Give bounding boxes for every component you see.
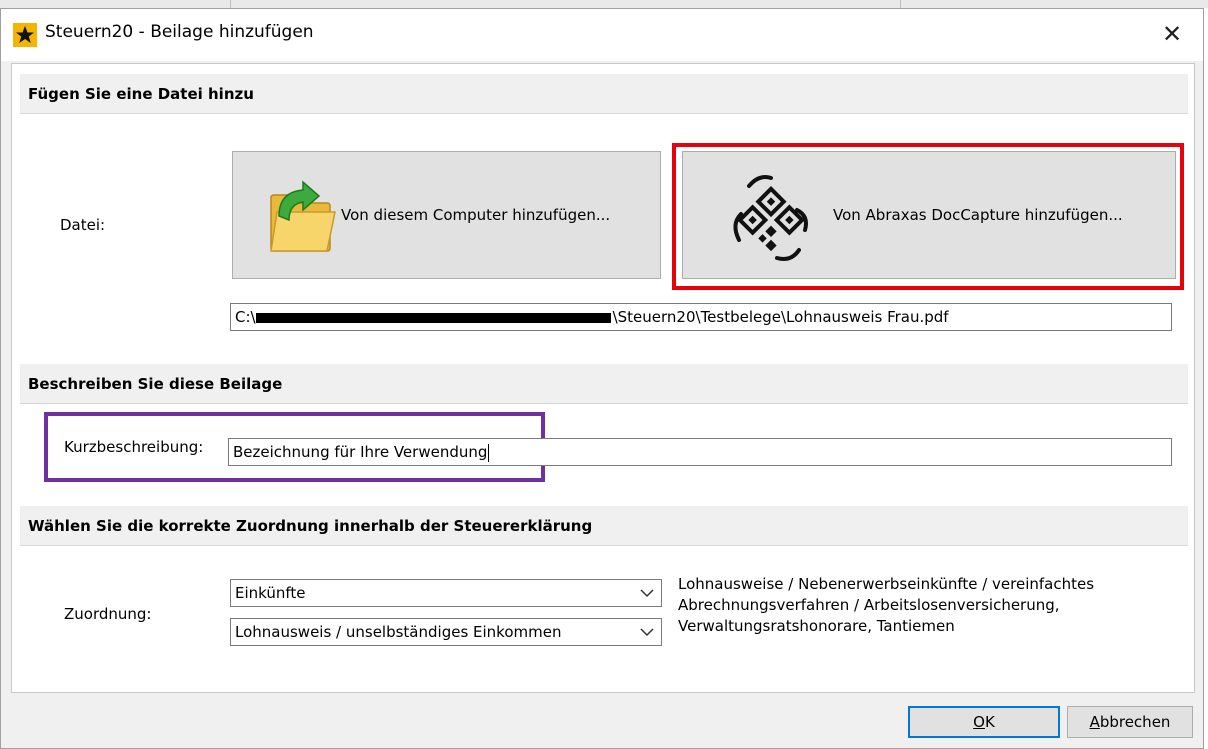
category-select-value: Einkünfte	[235, 584, 306, 602]
subcategory-select[interactable]: Lohnausweis / unselbständiges Einkommen	[230, 618, 662, 646]
chevron-down-icon	[640, 589, 654, 598]
text-caret	[488, 443, 490, 462]
redaction-bar	[255, 312, 611, 323]
app-star-icon	[13, 23, 37, 47]
section-header-assignment: Wählen Sie die korrekte Zuordnung innerh…	[20, 506, 1188, 546]
background-line	[900, 0, 901, 8]
content-panel: Fügen Sie eine Datei hinzu Datei: Von di…	[11, 63, 1195, 693]
close-button[interactable]: ✕	[1155, 17, 1189, 51]
subcategory-select-value: Lohnausweis / unselbständiges Einkommen	[235, 623, 562, 641]
chevron-down-icon	[640, 628, 654, 637]
add-from-doccapture-button[interactable]: Von Abraxas DocCapture hinzufügen...	[682, 151, 1176, 279]
cancel-button[interactable]: Abbrechen	[1067, 706, 1193, 738]
cancel-accelerator: A	[1089, 713, 1100, 731]
file-path-prefix: C:\	[235, 308, 256, 326]
assignment-description-line: Verwaltungsratshonorare, Tantiemen	[678, 617, 955, 635]
ok-label-rest: K	[984, 713, 995, 731]
section-header-describe: Beschreiben Sie diese Beilage	[20, 364, 1188, 404]
short-description-input[interactable]: Bezeichnung für Ihre Verwendung	[228, 438, 1172, 466]
ok-accelerator: O	[973, 713, 985, 731]
section-header-add-file: Fügen Sie eine Datei hinzu	[20, 74, 1188, 114]
file-path-field[interactable]: C:\ \Steuern20\Testbelege\Lohnausweis Fra…	[230, 303, 1172, 331]
background-line	[230, 0, 231, 8]
file-label: Datei:	[60, 216, 106, 234]
close-icon: ✕	[1161, 20, 1183, 48]
add-attachment-dialog: Steuern20 - Beilage hinzufügen ✕ Fügen S…	[0, 8, 1204, 749]
cancel-label-rest: bbrechen	[1099, 713, 1171, 731]
category-select[interactable]: Einkünfte	[230, 579, 662, 607]
qr-scan-icon	[733, 175, 808, 261]
folder-arrow-icon	[270, 180, 336, 252]
assignment-label: Zuordnung:	[64, 605, 152, 623]
ok-button[interactable]: OK	[908, 706, 1060, 738]
short-description-value: Bezeichnung für Ihre Verwendung	[233, 443, 488, 461]
add-from-doccapture-label: Von Abraxas DocCapture hinzufügen...	[833, 206, 1123, 224]
add-from-computer-label: Von diesem Computer hinzufügen...	[341, 206, 611, 224]
window-title: Steuern20 - Beilage hinzufügen	[45, 22, 314, 42]
short-description-label: Kurzbeschreibung:	[64, 438, 204, 456]
file-path-suffix: \Steuern20\Testbelege\Lohnausweis Frau.p…	[612, 308, 949, 326]
background-window-strip	[0, 0, 1208, 8]
assignment-description-line: Abrechnungsverfahren / Arbeitslosenversi…	[678, 596, 1060, 614]
assignment-description: Lohnausweise / Nebenerwerbseinkünfte / v…	[678, 574, 1094, 637]
add-from-computer-button[interactable]: Von diesem Computer hinzufügen...	[232, 151, 661, 279]
title-bar: Steuern20 - Beilage hinzufügen ✕	[1, 9, 1203, 61]
assignment-description-line: Lohnausweise / Nebenerwerbseinkünfte / v…	[678, 575, 1095, 593]
